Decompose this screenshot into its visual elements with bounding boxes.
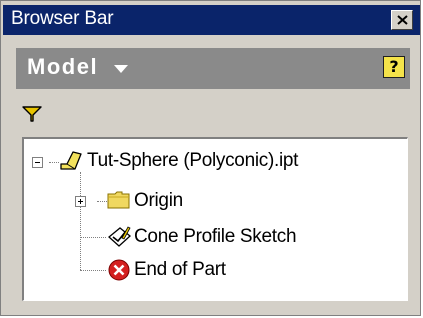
tree-node-label: Origin xyxy=(134,190,183,211)
tree-node-label: End of Part xyxy=(134,259,226,280)
tree-line xyxy=(80,172,81,270)
model-dropdown-label[interactable]: Model xyxy=(27,54,98,80)
folder-icon xyxy=(107,191,130,209)
sketch-icon xyxy=(108,226,132,247)
plus-icon xyxy=(78,199,83,204)
tree-line xyxy=(97,201,107,202)
tree-line xyxy=(80,270,106,271)
tree-line xyxy=(80,237,106,238)
browser-bar-window: Browser Bar Model ? Tut-Sphere (Polyconi… xyxy=(0,0,421,316)
help-button[interactable]: ? xyxy=(383,56,405,78)
tree-node-label: Tut-Sphere (Polyconic).ipt xyxy=(87,150,299,171)
tree-line xyxy=(49,162,59,163)
close-button[interactable] xyxy=(391,10,413,30)
minus-icon xyxy=(35,162,40,163)
window-title: Browser Bar xyxy=(11,8,114,29)
help-icon: ? xyxy=(389,57,399,76)
chevron-down-icon[interactable] xyxy=(114,65,128,73)
close-icon xyxy=(397,15,408,25)
expand-toggle[interactable] xyxy=(75,196,86,207)
title-bar[interactable]: Browser Bar xyxy=(3,5,420,35)
tree-node-label: Cone Profile Sketch xyxy=(134,226,297,247)
filter-icon[interactable] xyxy=(22,105,42,123)
model-tree: Tut-Sphere (Polyconic).ipt Origin Cone P xyxy=(22,137,408,301)
end-of-part-icon xyxy=(108,259,130,281)
collapse-toggle[interactable] xyxy=(32,157,43,168)
model-header: Model ? xyxy=(16,48,410,89)
part-icon xyxy=(60,151,82,170)
